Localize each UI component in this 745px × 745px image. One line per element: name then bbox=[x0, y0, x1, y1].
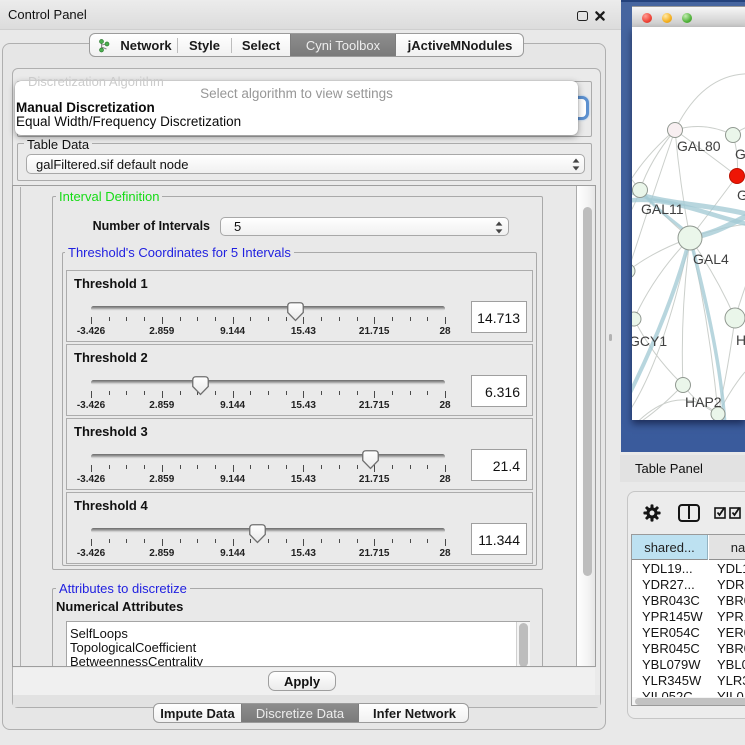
svg-text:GAL11: GAL11 bbox=[641, 201, 684, 217]
svg-text:H: H bbox=[736, 332, 745, 348]
svg-text:GAL80: GAL80 bbox=[677, 138, 721, 154]
svg-text:HAP2: HAP2 bbox=[685, 394, 722, 410]
svg-text:GA: GA bbox=[735, 146, 745, 162]
svg-text:G: G bbox=[737, 187, 745, 203]
svg-text:GCY1: GCY1 bbox=[632, 333, 667, 349]
svg-text:GAL4: GAL4 bbox=[693, 251, 729, 267]
